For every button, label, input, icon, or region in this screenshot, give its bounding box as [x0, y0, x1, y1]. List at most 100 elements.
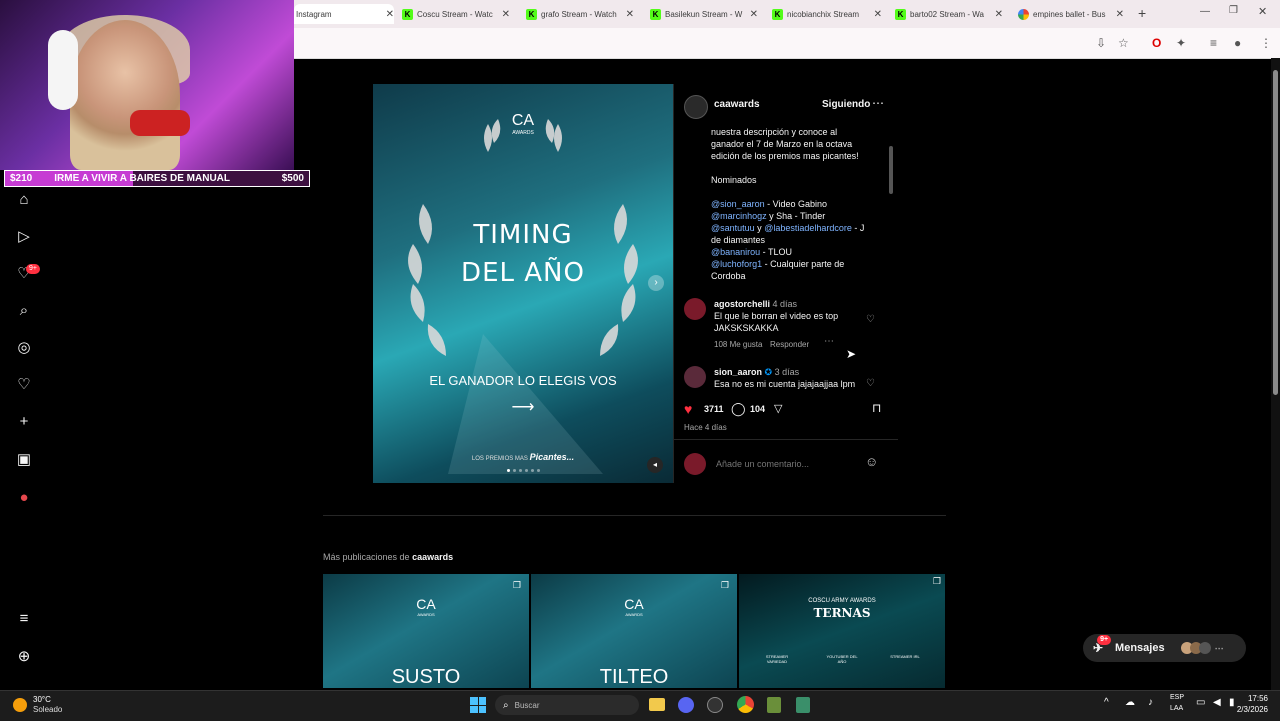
- tab-nicobianchix[interactable]: K nicobianchix Stream ✕: [772, 4, 882, 24]
- nominee-line: @bananirou - TLOU: [711, 246, 881, 258]
- threads-icon[interactable]: ⊕: [15, 648, 33, 666]
- mention-link[interactable]: @santutuu: [711, 223, 755, 233]
- weather-temp[interactable]: 30°C: [33, 695, 51, 704]
- mention-link[interactable]: @labestiadelhardcore: [764, 223, 852, 233]
- save-bookmark-icon[interactable]: ⊓: [872, 401, 881, 415]
- more-posts-user[interactable]: caawards: [412, 552, 453, 562]
- mention-link[interactable]: @sion_aaron: [711, 199, 765, 209]
- more-post-thumbnail[interactable]: COSCU ARMY AWARDS TERNAS STREAMER VARIED…: [739, 574, 945, 688]
- tab-barto02[interactable]: K barto02 Stream - Wa ✕: [895, 4, 1003, 24]
- share-send-icon[interactable]: ▽: [774, 402, 782, 415]
- author-username[interactable]: caawards: [714, 99, 760, 110]
- volume-icon[interactable]: ◀: [1213, 697, 1221, 708]
- dashboard-icon[interactable]: ▣: [15, 451, 33, 469]
- messages-button[interactable]: ✈ 9+ Mensajes ⋯: [1083, 634, 1246, 662]
- next-slide-button[interactable]: ›: [648, 275, 664, 291]
- heart-icon[interactable]: ♡: [15, 376, 33, 394]
- taskbar-search[interactable]: ⌕ Buscar: [495, 695, 639, 715]
- new-tab-button[interactable]: +: [1138, 5, 1146, 21]
- app-icon[interactable]: [767, 697, 781, 713]
- app-icon[interactable]: [796, 697, 810, 713]
- messages-label: Mensajes: [1115, 642, 1165, 654]
- page-scrollbar-thumb[interactable]: [1273, 70, 1278, 395]
- tray-chevron-up-icon[interactable]: ^: [1104, 697, 1109, 708]
- chrome-icon[interactable]: [737, 696, 754, 713]
- close-tab-icon[interactable]: ✕: [386, 9, 394, 20]
- like-comment-icon[interactable]: ♡: [866, 378, 875, 389]
- opera-icon[interactable]: O: [1152, 36, 1161, 50]
- comment-bubble-icon[interactable]: ◯: [731, 401, 746, 417]
- restore-button[interactable]: ❐: [1229, 5, 1238, 16]
- author-avatar[interactable]: [684, 95, 708, 119]
- mention-link[interactable]: @marcinhogz: [711, 211, 767, 221]
- post-image[interactable]: CA AWARDS TIMING DEL AÑO EL GANADOR LO E…: [373, 84, 673, 483]
- like-heart-icon[interactable]: ♥: [684, 401, 692, 417]
- close-tab-icon[interactable]: ✕: [626, 9, 634, 20]
- install-app-icon[interactable]: ⇩: [1096, 36, 1106, 50]
- tab-basilekun[interactable]: K Basilekun Stream - W ✕: [650, 4, 758, 24]
- comment-username[interactable]: agostorchelli: [714, 299, 770, 309]
- create-icon[interactable]: +: [15, 413, 33, 431]
- search-icon: ⌕: [503, 699, 509, 711]
- thumb-logo-sub: AWARDS: [417, 612, 435, 617]
- comment-username[interactable]: sion_aaron: [714, 367, 762, 377]
- commenter-avatar[interactable]: [684, 298, 706, 320]
- following-button[interactable]: Siguiendo: [822, 99, 870, 110]
- comments-scroll-area[interactable]: nuestra descripción y conoce al ganador …: [674, 122, 898, 390]
- mention-link[interactable]: @luchoforg1: [711, 259, 762, 269]
- file-explorer-icon[interactable]: [649, 698, 665, 711]
- close-tab-icon[interactable]: ✕: [750, 9, 758, 20]
- more-options-icon[interactable]: ⋯: [872, 96, 884, 110]
- monitor-icon[interactable]: ▭: [1196, 697, 1205, 708]
- commenter-avatar[interactable]: [684, 366, 706, 388]
- browser-menu-icon[interactable]: ⋮: [1260, 36, 1272, 50]
- close-tab-icon[interactable]: ✕: [502, 9, 510, 20]
- close-tab-icon[interactable]: ✕: [995, 9, 1003, 20]
- mention-link[interactable]: @bananirou: [711, 247, 760, 257]
- weather-sun-icon[interactable]: [13, 698, 27, 712]
- close-window-button[interactable]: ✕: [1258, 5, 1267, 18]
- discord-icon[interactable]: [678, 697, 694, 713]
- lang-line-1[interactable]: ESP: [1170, 694, 1184, 701]
- comment-likes[interactable]: 108 Me gusta: [714, 340, 762, 349]
- more-post-thumbnail[interactable]: CA AWARDS TILTEO ❐: [531, 574, 737, 688]
- thumb-title: SUSTO: [391, 666, 461, 688]
- reply-button[interactable]: Responder: [770, 340, 809, 349]
- carousel-dot: [524, 469, 528, 472]
- comments-scrollbar[interactable]: [888, 126, 894, 390]
- windows-start-icon[interactable]: [470, 697, 486, 713]
- home-icon[interactable]: ⌂: [15, 191, 33, 209]
- menu-icon[interactable]: ≡: [15, 610, 33, 628]
- comment-input[interactable]: [714, 454, 858, 474]
- more-post-thumbnail[interactable]: CA AWARDS SUSTO ❐: [323, 574, 529, 688]
- minimize-button[interactable]: —: [1200, 6, 1210, 17]
- profile-avatar-icon[interactable]: ●: [1234, 36, 1241, 50]
- explore-icon[interactable]: ◎: [15, 339, 33, 357]
- close-tab-icon[interactable]: ✕: [1116, 9, 1124, 20]
- emoji-icon[interactable]: ☺: [865, 454, 878, 469]
- reels-icon[interactable]: ▷: [15, 228, 33, 246]
- close-tab-icon[interactable]: ✕: [874, 9, 882, 20]
- like-comment-icon[interactable]: ♡: [866, 314, 875, 325]
- tab-google-search[interactable]: empines ballet - Bus ✕: [1018, 4, 1124, 24]
- media-control-icon[interactable]: ≡: [1210, 36, 1217, 50]
- likes-count[interactable]: 3711: [704, 404, 724, 414]
- comment-options-icon[interactable]: ⋯: [824, 336, 834, 347]
- obs-icon[interactable]: [707, 697, 723, 713]
- profile-avatar-icon[interactable]: ●: [15, 489, 33, 507]
- post-footer-script: Picantes...: [529, 452, 575, 462]
- extensions-icon[interactable]: ✦: [1176, 36, 1186, 50]
- clock-time[interactable]: 17:56: [1244, 694, 1268, 703]
- verified-badge-icon: ✪: [764, 367, 773, 377]
- mute-audio-icon[interactable]: ◂: [647, 457, 663, 473]
- onedrive-icon[interactable]: ☁: [1125, 697, 1135, 708]
- tab-grafo[interactable]: K grafo Stream - Watch ✕: [526, 4, 634, 24]
- tab-instagram[interactable]: Instagram ✕: [294, 4, 394, 24]
- bookmark-star-icon[interactable]: ☆: [1118, 36, 1129, 50]
- thumb-logo: COSCU ARMY AWARDS: [808, 598, 876, 604]
- microphone-tray-icon[interactable]: ♪: [1148, 697, 1153, 708]
- caption-line: ganador el 7 de Marzo en la octava: [711, 139, 853, 149]
- tab-coscu[interactable]: K Coscu Stream - Watc ✕: [402, 4, 510, 24]
- comment-text: Esa no es mi cuenta jajajaajjaa lpm: [714, 379, 856, 389]
- search-icon[interactable]: ⌕: [15, 302, 33, 320]
